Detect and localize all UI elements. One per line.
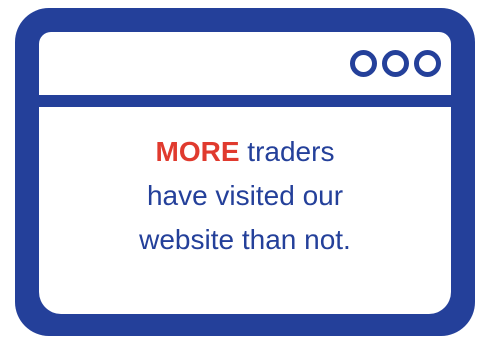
- message-line-1: MORE traders: [39, 130, 451, 174]
- window-titlebar: [39, 32, 451, 95]
- window-control-circle-icon[interactable]: [382, 50, 409, 77]
- window-control-circle-icon[interactable]: [350, 50, 377, 77]
- message-line-1-rest: traders: [239, 136, 335, 167]
- window-controls: [350, 50, 441, 77]
- browser-window-frame: MORE traders have visited our website th…: [15, 8, 475, 336]
- message-line-3: website than not.: [139, 224, 351, 255]
- window-control-circle-icon[interactable]: [414, 50, 441, 77]
- message-line-2: have visited our: [146, 180, 344, 211]
- message-highlight: MORE: [155, 136, 240, 167]
- message-text: MORE traders have visited our website th…: [39, 130, 451, 262]
- window-content: MORE traders have visited our website th…: [39, 107, 451, 314]
